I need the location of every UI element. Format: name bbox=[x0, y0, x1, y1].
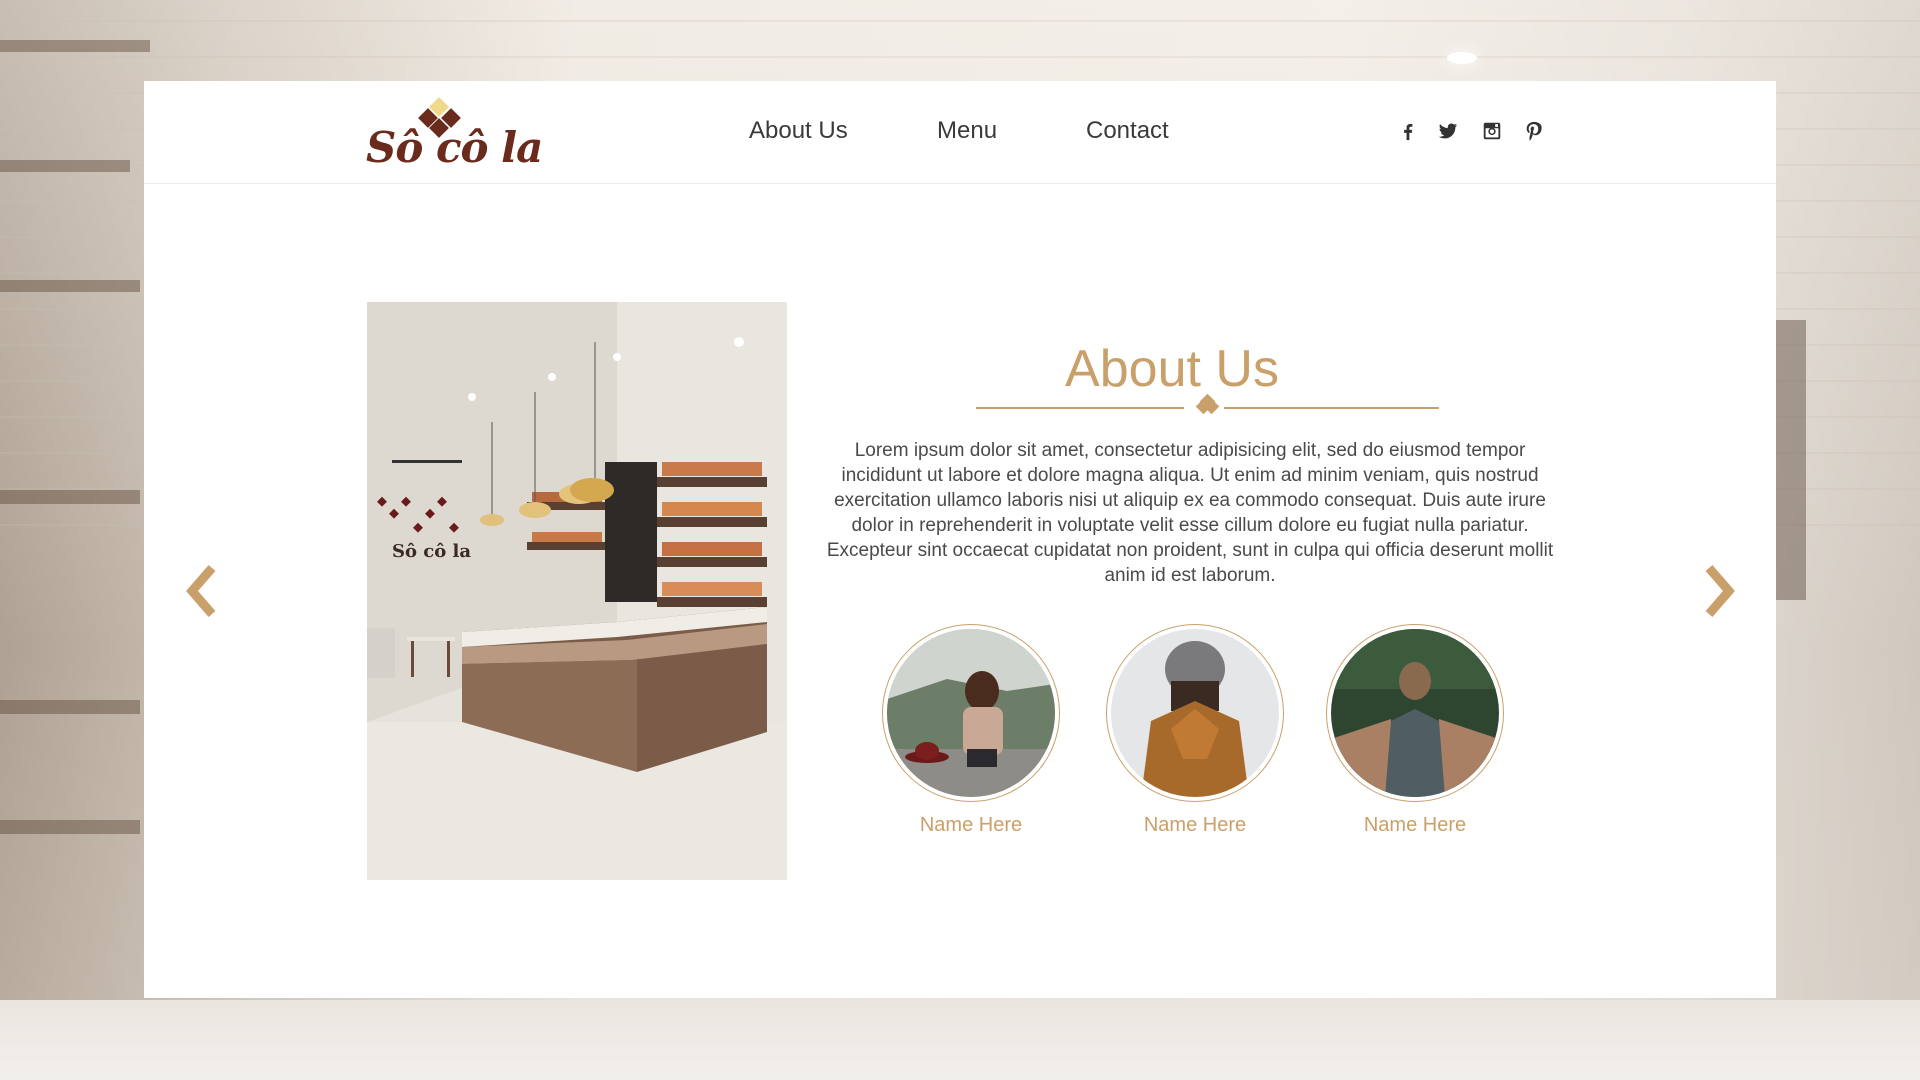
background-shelf bbox=[0, 820, 140, 834]
nav-menu[interactable]: Menu bbox=[937, 117, 997, 145]
member-name: Name Here bbox=[919, 814, 1023, 836]
team-member[interactable]: Name Here bbox=[1105, 624, 1285, 837]
background-shelf bbox=[0, 700, 140, 714]
brand-logo[interactable]: Sô cô la bbox=[366, 97, 543, 172]
logo-wordmark: Sô cô la bbox=[366, 123, 543, 172]
avatar bbox=[882, 624, 1060, 802]
about-paragraph: Lorem ipsum dolor sit amet, consectetur … bbox=[826, 440, 1554, 586]
team-member[interactable]: Name Here bbox=[1325, 624, 1505, 837]
site-header: Sô cô la About Us Menu Contact bbox=[144, 81, 1776, 184]
background-lamp bbox=[1447, 52, 1477, 64]
avatar bbox=[1326, 624, 1504, 802]
background-shelf bbox=[0, 280, 140, 292]
title-divider-right bbox=[1224, 407, 1439, 409]
nav-contact[interactable]: Contact bbox=[1086, 117, 1169, 145]
member-name: Name Here bbox=[1143, 814, 1247, 836]
svg-text:Sô cô la: Sô cô la bbox=[392, 541, 471, 562]
chevron-left-icon bbox=[186, 565, 216, 617]
facebook-icon[interactable] bbox=[1396, 119, 1420, 143]
content-card: Sô cô la About Us Menu Contact Sô cô la … bbox=[144, 81, 1776, 998]
carousel-next-button[interactable] bbox=[1699, 561, 1739, 621]
team-member[interactable]: Name Here bbox=[881, 624, 1061, 837]
background-shelf bbox=[0, 490, 140, 504]
chevron-right-icon bbox=[1705, 565, 1735, 617]
carousel-prev-button[interactable] bbox=[182, 561, 222, 621]
instagram-icon[interactable] bbox=[1480, 119, 1504, 143]
background-shelf bbox=[0, 40, 150, 52]
pinterest-icon[interactable] bbox=[1522, 119, 1546, 143]
member-name: Name Here bbox=[1363, 814, 1467, 836]
section-title: About Us bbox=[1065, 340, 1279, 398]
shop-interior-photo: Sô cô la bbox=[367, 302, 787, 880]
background-floor bbox=[0, 1000, 1920, 1080]
background-shelf bbox=[0, 160, 130, 172]
avatar bbox=[1106, 624, 1284, 802]
twitter-icon[interactable] bbox=[1436, 119, 1460, 143]
title-divider-left bbox=[976, 407, 1184, 409]
nav-about-us[interactable]: About Us bbox=[749, 117, 848, 145]
background-shelf bbox=[1776, 320, 1806, 600]
